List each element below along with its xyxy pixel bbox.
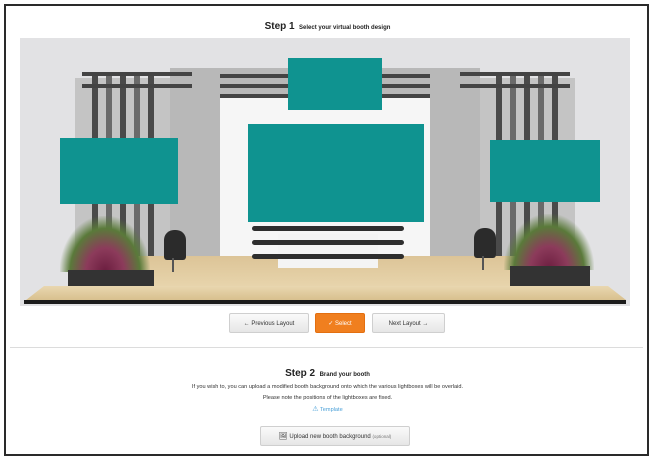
step2-description-line1: If you wish to, you can upload a modifie…	[191, 384, 464, 390]
lightbox-left	[60, 138, 178, 204]
booth-counter-band	[252, 226, 404, 231]
select-button[interactable]: ✓ Select	[315, 313, 365, 333]
upload-button-label: Upload new booth background	[289, 434, 371, 440]
chair-right	[474, 228, 496, 258]
check-icon: ✓	[328, 321, 334, 327]
image-icon: 🖼	[278, 433, 288, 440]
booth-frame-bar-left	[82, 84, 192, 88]
lightbox-center	[248, 124, 424, 222]
booth-counter-band	[252, 240, 404, 245]
chair-left	[164, 230, 186, 260]
booth-frame-bar-left	[82, 72, 192, 76]
chair-leg	[482, 256, 484, 270]
template-link-label: Template	[320, 407, 343, 413]
chair-leg	[172, 258, 174, 272]
step2-heading: Step 2 Brand your booth	[0, 363, 655, 381]
select-label: Select	[335, 321, 352, 327]
section-divider	[10, 347, 643, 348]
booth-floor-front	[26, 286, 626, 300]
upload-booth-background-button[interactable]: 🖼 Upload new booth background (optional)	[260, 426, 410, 446]
step2-description-line2: Please note the positions of the lightbo…	[262, 395, 393, 401]
lightbox-right	[490, 140, 600, 202]
booth-counter-band	[252, 254, 404, 259]
next-layout-button[interactable]: Next Layout →	[372, 313, 445, 333]
plant-left	[60, 216, 150, 272]
booth-frame-bar-right	[460, 84, 570, 88]
previous-layout-button[interactable]: ← Previous Layout	[229, 313, 309, 333]
next-layout-label: Next Layout	[388, 321, 421, 327]
upload-hint: (optional)	[372, 434, 392, 439]
plant-right	[504, 214, 594, 270]
step2-number: Step 2	[285, 368, 316, 379]
step1-subtitle: Select your virtual booth design	[299, 25, 391, 31]
template-link[interactable]: ⚠ Template	[0, 405, 655, 413]
step1-heading: Step 1 Select your virtual booth design	[0, 16, 655, 34]
booth-floor-edge	[24, 300, 626, 304]
booth-preview	[20, 38, 630, 306]
warning-triangle-icon: ⚠	[312, 406, 319, 413]
arrow-left-icon: ←	[243, 321, 250, 327]
planter-right	[510, 266, 590, 288]
booth-frame-bar-right	[460, 72, 570, 76]
step1-number: Step 1	[264, 21, 295, 32]
lightbox-top	[288, 58, 382, 110]
previous-layout-label: Previous Layout	[251, 321, 295, 327]
arrow-right-icon: →	[422, 321, 429, 327]
step2-subtitle: Brand your booth	[319, 372, 370, 378]
